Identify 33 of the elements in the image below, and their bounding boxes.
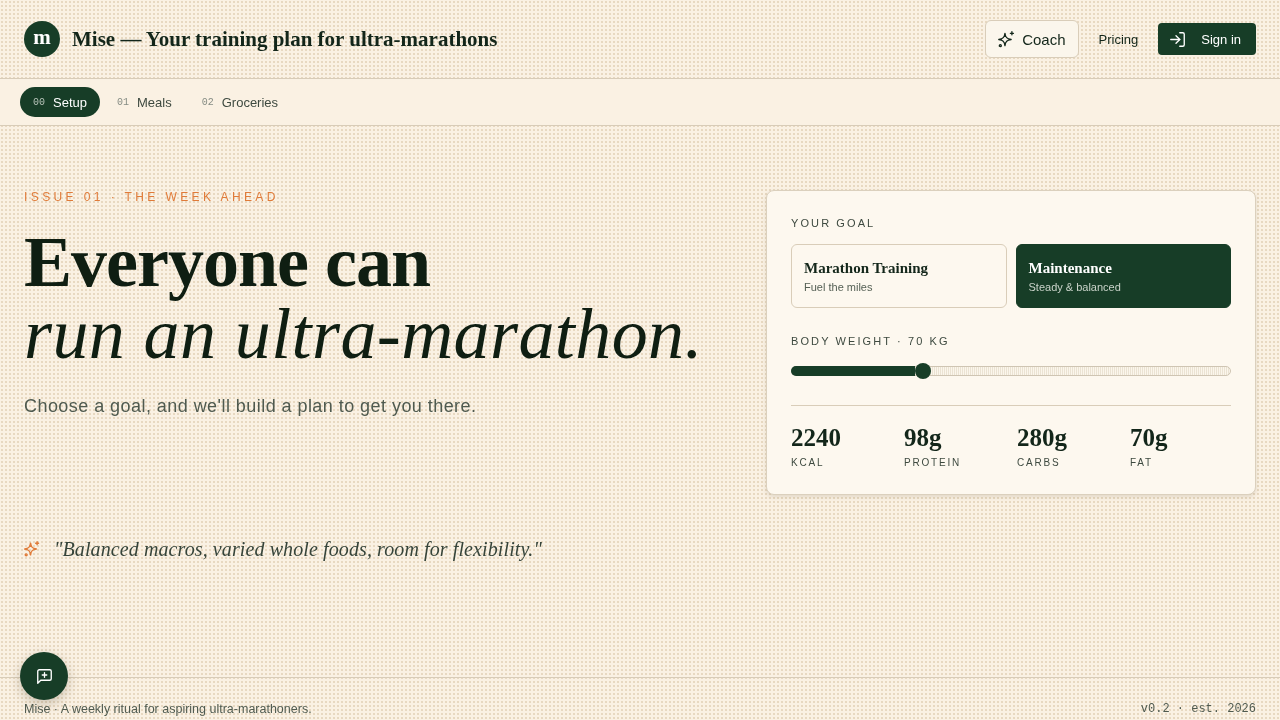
chat-button[interactable] (20, 652, 68, 700)
macro-value: 98g (904, 423, 943, 453)
pricing-link[interactable]: Pricing (1098, 31, 1139, 47)
goal-option[interactable]: Maintenance Steady & balanced (1015, 244, 1231, 308)
sparkle-icon (998, 30, 1016, 48)
section-label: YOUR GOAL (791, 216, 877, 230)
macro-label: PROTEIN (904, 457, 963, 469)
sparkle-icon (24, 541, 40, 557)
chat-plus-icon (36, 668, 52, 684)
tab[interactable]: 02 Groceries (188, 87, 292, 117)
sign-in-icon (1170, 31, 1186, 47)
weight-slider[interactable] (791, 366, 1231, 376)
headline: Everyone can run an ultra-marathon. (24, 226, 703, 370)
macro-label: CARBS (1017, 457, 1062, 469)
macro-value: 70g (1130, 423, 1169, 453)
sign-in-button[interactable]: Sign in (1158, 23, 1256, 55)
footer-tagline: Mise · A weekly ritual for aspiring ultra-marathoners. (24, 702, 312, 717)
macro-value: 280g (1017, 423, 1068, 453)
slider-thumb[interactable] (915, 363, 932, 379)
section-label: BODY WEIGHT · 70 KG (791, 334, 951, 348)
macro-label: FAT (1130, 457, 1154, 469)
goal-option[interactable]: Marathon Training Fuel the miles (791, 244, 1007, 308)
eyebrow-text: ISSUE 01 · THE WEEK AHEAD (24, 190, 279, 204)
coach-button[interactable]: Coach (985, 20, 1079, 58)
quote-text: "Balanced macros, varied whole foods, room for flexibility." (54, 537, 542, 561)
tab[interactable]: 00 Setup (20, 87, 100, 117)
macro-label: KCAL (791, 457, 826, 469)
subtitle: Choose a goal, and we'll build a plan to get you there. (24, 395, 477, 418)
macro-value: 2240 (791, 423, 842, 453)
site-title: Mise — Your training plan for ultra-marathons (72, 26, 498, 52)
tab[interactable]: 01 Meals (104, 87, 185, 117)
version-text: v0.2 · est. 2026 (1140, 702, 1256, 717)
logo-mark[interactable]: m (24, 21, 60, 57)
